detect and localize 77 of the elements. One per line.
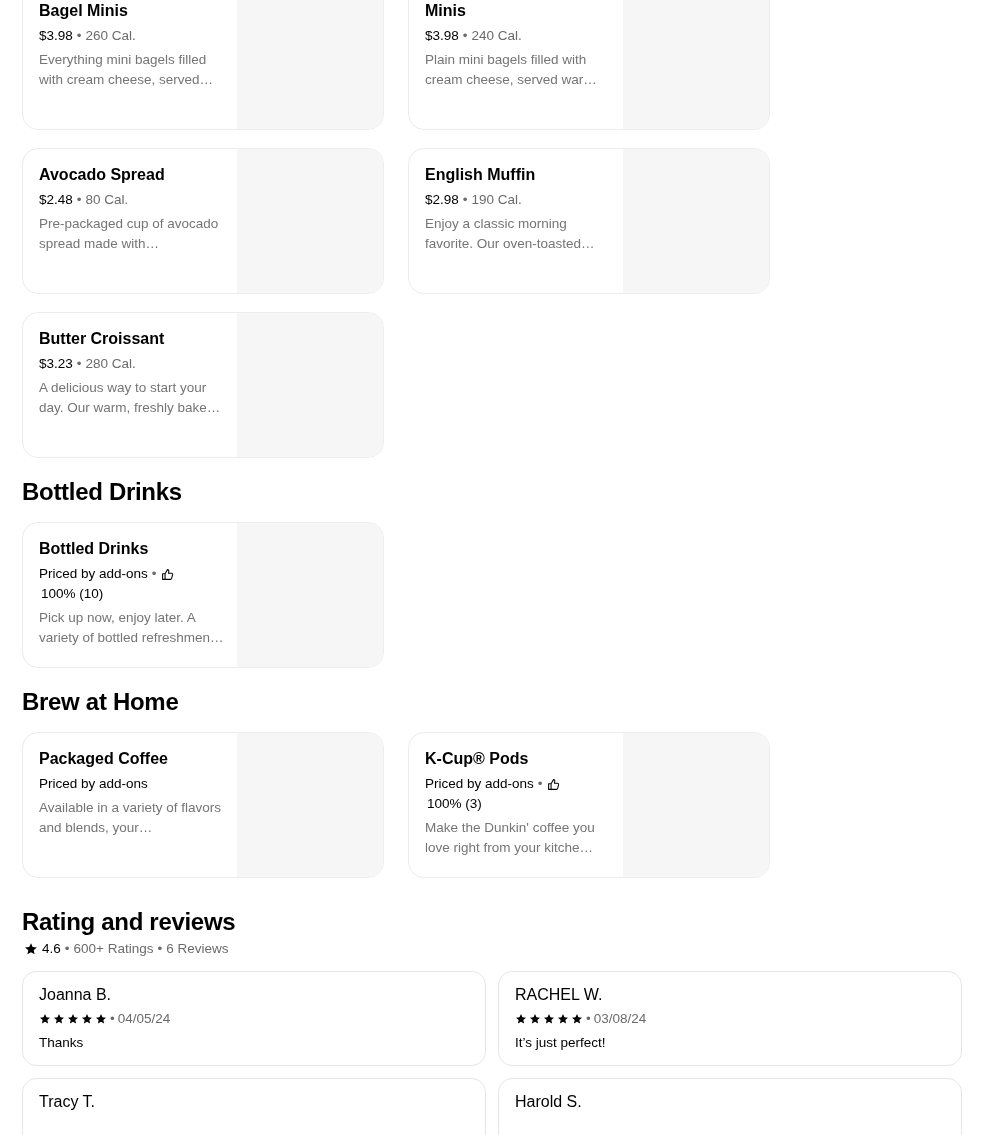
item-description: Pre-packaged cup of avocado spread made with… [39, 215, 220, 253]
item-price: $3.98 [425, 27, 459, 45]
separator-dot: • [76, 355, 82, 373]
item-price: $2.98 [425, 191, 459, 209]
star-icon [95, 1013, 107, 1025]
item-name: Packaged Coffee [39, 749, 168, 769]
item-rating: 100% (3) [426, 795, 483, 813]
ratings-count: 600+ Ratings [73, 940, 154, 958]
star-icon [67, 1013, 79, 1025]
thumbs-up-icon [546, 777, 560, 791]
item-calories: 280 Cal. [85, 355, 136, 373]
review-text: Thanks [39, 1034, 85, 1052]
item-name: English Muffin [425, 165, 536, 185]
section-heading: Rating and reviews [22, 907, 237, 937]
star-icon [543, 1013, 555, 1025]
star-icon [81, 1013, 93, 1025]
separator-dot: • [462, 27, 468, 45]
item-price: $3.23 [39, 355, 73, 373]
separator-dot: • [151, 565, 157, 583]
reviews-count: 6 Reviews [166, 940, 229, 958]
star-icon [515, 1013, 527, 1025]
item-price: Priced by add-ons [39, 565, 148, 583]
section-heading: Brew at Home [22, 687, 180, 717]
item-rating: 100% (10) [40, 585, 105, 603]
review-text: It’s just perfect! [515, 1034, 607, 1052]
item-price: $2.48 [39, 191, 73, 209]
item-name: K-Cup® Pods [425, 749, 529, 769]
menu-item-card[interactable]: English Muffin $2.98 • 190 Cal. Enjoy a classic morning favorite. Our oven-toasted… [408, 148, 770, 294]
item-price: Priced by add-ons [39, 775, 148, 793]
star-icon [53, 1013, 65, 1025]
star-icon [557, 1013, 569, 1025]
separator-dot: • [462, 191, 468, 209]
item-calories: 240 Cal. [471, 27, 522, 45]
star-icon [529, 1013, 541, 1025]
menu-item-card[interactable]: K-Cup® Pods Priced by add-ons • 100% (3) Make the Dunkin' coffee you love right from your kitche… [408, 732, 770, 878]
item-name: Bottled Drinks [39, 539, 149, 559]
star-icon [39, 1013, 51, 1025]
reviewer-name: Harold S. [515, 1092, 583, 1112]
item-calories: 260 Cal. [85, 27, 136, 45]
menu-item-card[interactable]: Avocado Spread $2.48 • 80 Cal. Pre-packaged cup of avocado spread made with… [22, 148, 384, 294]
star-icon [24, 942, 38, 956]
reviewer-name: Joanna B. [39, 985, 113, 1005]
menu-item-card[interactable]: Bagel Minis $3.98 • 260 Cal. Everything mini bagels filled with cream cheese, served… [22, 0, 384, 130]
review-date: 04/05/24 [117, 1010, 171, 1028]
item-calories: 190 Cal. [471, 191, 522, 209]
separator-dot: • [64, 940, 70, 958]
item-calories: 80 Cal. [85, 191, 129, 209]
item-description: Enjoy a classic morning favorite. Our oven-toasted… [425, 215, 596, 253]
item-name: Bagel Minis [39, 1, 128, 21]
item-name: Avocado Spread [39, 165, 165, 185]
item-description: Plain mini bagels filled with cream cheese, served war… [425, 51, 598, 89]
item-description: Pick up now, enjoy later. A variety of bottled refreshmen… [39, 609, 225, 647]
reviewer-name: RACHEL W. [515, 985, 604, 1005]
item-description: Available in a variety of flavors and blends, your… [39, 799, 223, 837]
reviewer-name: Tracy T. [39, 1092, 96, 1112]
item-name: Butter Croissant [39, 329, 165, 349]
item-description: A delicious way to start your day. Our warm, freshly bake… [39, 379, 222, 417]
item-description: Everything mini bagels filled with cream cheese, served… [39, 51, 215, 89]
separator-dot: • [157, 940, 163, 958]
menu-item-card[interactable]: Bottled Drinks Priced by add-ons • 100% (10) Pick up now, enjoy later. A variety of bottled refreshmen… [22, 522, 384, 668]
average-rating: 4.6 [42, 940, 61, 958]
review-date: 03/08/24 [593, 1010, 647, 1028]
separator-dot: • [76, 27, 82, 45]
menu-item-card[interactable]: Packaged Coffee Priced by add-ons Available in a variety of flavors and blends, your… [22, 732, 384, 878]
item-name: Minis [425, 1, 466, 21]
section-heading: Bottled Drinks [22, 477, 183, 507]
item-price: $3.98 [39, 27, 73, 45]
menu-item-card[interactable]: Butter Croissant $3.23 • 280 Cal. A delicious way to start your day. Our warm, freshly bake… [22, 312, 384, 458]
separator-dot: • [76, 191, 82, 209]
star-icon [571, 1013, 583, 1025]
separator-dot: • [537, 775, 543, 793]
item-price: Priced by add-ons [425, 775, 534, 793]
item-description: Make the Dunkin' coffee you love right from your kitche… [425, 819, 596, 857]
menu-item-card[interactable]: Minis $3.98 • 240 Cal. Plain mini bagels filled with cream cheese, served war… [408, 0, 770, 130]
separator-dot: • [586, 1010, 591, 1028]
separator-dot: • [110, 1010, 115, 1028]
thumbs-up-icon [160, 567, 174, 581]
